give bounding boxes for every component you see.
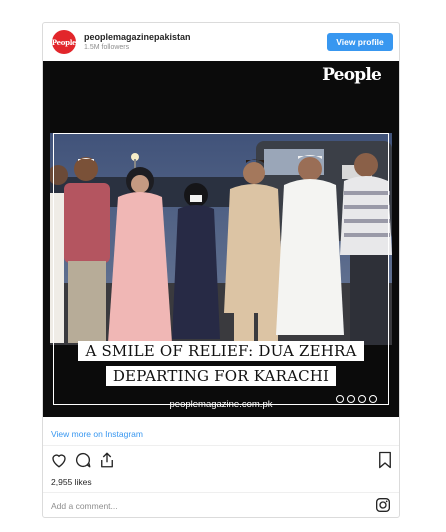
headline-line-1: A SMILE OF RELIEF: DUA ZEHRA: [43, 341, 399, 361]
bookmark-icon[interactable]: [377, 451, 393, 469]
account-name[interactable]: peoplemagazinepakistan: [84, 32, 191, 42]
social-icons: [336, 395, 377, 403]
magazine-logo: People: [322, 65, 382, 85]
avatar[interactable]: People: [52, 30, 76, 54]
divider: [43, 445, 399, 446]
view-profile-button[interactable]: View profile: [327, 33, 393, 51]
follower-count: 1.5M followers: [84, 44, 130, 51]
instagram-embed-card: People peoplemagazinepakistan 1.5M follo…: [42, 22, 400, 518]
comment-icon[interactable]: [74, 451, 92, 469]
heart-icon[interactable]: [50, 451, 68, 469]
likes-count[interactable]: 2,955 likes: [51, 477, 92, 487]
post-header: People peoplemagazinepakistan 1.5M follo…: [43, 23, 399, 61]
headline-line-2: DEPARTING FOR KARACHI: [43, 366, 399, 386]
action-bar: [43, 451, 399, 471]
caption-frame: [53, 133, 389, 405]
avatar-logo-text: People: [52, 37, 76, 47]
add-comment-input[interactable]: Add a comment...: [51, 501, 118, 511]
divider: [43, 492, 399, 493]
share-icon[interactable]: [98, 451, 116, 469]
view-more-link[interactable]: View more on Instagram: [51, 429, 143, 439]
instagram-icon[interactable]: [375, 497, 391, 513]
post-media[interactable]: People A SMILE OF RELIEF: DUA ZEHRA DEPA…: [43, 61, 399, 417]
